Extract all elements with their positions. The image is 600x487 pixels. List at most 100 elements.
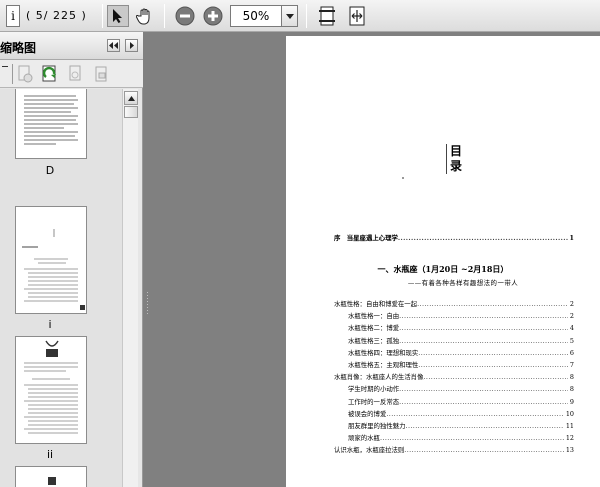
page-copy-icon — [69, 65, 81, 81]
document-page: 目 录 序 当星座遇上心理学 1 一、水瓶座（1月20日 ~2月18日） ——有… — [286, 36, 600, 487]
toc-leader — [406, 420, 564, 432]
arrow-up-icon — [127, 95, 135, 101]
toc-entry-text: 学生时期的小动作 — [348, 385, 400, 394]
toc-page-number: 7 — [569, 361, 574, 369]
toc-entry-text: 水瓶性格一：自由 — [348, 312, 400, 321]
toc-leader — [399, 383, 568, 395]
zoom-out-button[interactable] — [174, 5, 196, 27]
toolbar-separator — [102, 4, 103, 28]
toolbar: i ( 5/ 225 ) 50% — [0, 0, 600, 32]
toc-entry[interactable]: 水瓶性格五：主观和理性 7 — [348, 359, 574, 371]
toc-page-number: 4 — [569, 324, 574, 333]
thumbnail-page[interactable] — [15, 336, 87, 444]
scrollbar-thumb[interactable] — [124, 106, 138, 118]
toc-leader — [399, 335, 568, 347]
hand-tool-button[interactable] — [134, 5, 156, 27]
toc-entry[interactable]: 认识水瓶，水瓶座拉法则 13 — [334, 444, 574, 456]
toc-title-char: 目 — [450, 144, 463, 158]
toc-title: 目 录 — [446, 144, 466, 174]
toc-leader — [398, 232, 568, 244]
toc-page-number: 6 — [569, 348, 574, 357]
toc-entry[interactable]: 工作时的一反常态 9 — [348, 396, 574, 408]
toc-entry-text: 朋友群里的独性魅力 — [348, 422, 406, 430]
toc-entry-text: 顽家的水瓶 — [348, 434, 380, 443]
toc-entry[interactable]: 水瓶性格二：博爱 4 — [348, 322, 574, 334]
toc-page-number: 11 — [565, 422, 574, 430]
toc-leader — [404, 444, 564, 456]
toc-preface[interactable]: 序 当星座遇上心理学 1 — [334, 232, 574, 244]
toc-page-number: 2 — [569, 312, 574, 321]
page-mark — [402, 177, 404, 179]
toc-entry-text: 水瓶性格四：理想和现实 — [348, 348, 419, 357]
toolbar-separator — [306, 4, 307, 28]
hand-icon — [136, 8, 150, 25]
toc-entry[interactable]: 水瓶性格一：自由 2 — [348, 310, 574, 322]
fit-width-button[interactable] — [346, 5, 368, 27]
toc-leader — [417, 298, 568, 310]
collapse-left-button[interactable] — [107, 39, 120, 52]
toc-entry[interactable]: 被误会的博爱 10 — [348, 408, 574, 420]
select-tool-button[interactable] — [107, 5, 129, 27]
fit-page-icon — [319, 6, 335, 26]
tools-separator — [12, 64, 13, 84]
sidebar-title: 缩略图 — [0, 41, 37, 55]
chevron-down-icon — [285, 13, 294, 19]
zoom-in-button[interactable] — [202, 5, 224, 27]
extract-page-button[interactable] — [66, 64, 84, 87]
chapter-subtitle: ——有着各种各样有趣想法的一带人 — [407, 279, 519, 287]
page-number-input[interactable]: i — [6, 5, 20, 27]
thumbnail-label: i — [48, 318, 52, 331]
toc-entry-text: 水瓶肖像：水瓶座人的生活肖像 — [334, 373, 424, 382]
rotate-page-button[interactable] — [40, 63, 60, 88]
print-pages-button[interactable] — [92, 64, 110, 87]
toc-leader — [423, 371, 567, 383]
zoom-level-input[interactable]: 50% — [230, 5, 282, 27]
toc-entry-text: 工作时的一反常态 — [348, 397, 400, 406]
scroll-up-button[interactable] — [124, 91, 138, 105]
sidebar-tools — [0, 60, 143, 88]
thumbnail-page[interactable] — [15, 89, 87, 159]
toc-entry[interactable]: 水瓶肖像：水瓶座人的生活肖像 8 — [334, 371, 574, 383]
toc-entry[interactable]: 水瓶性格三：孤独 5 — [348, 335, 574, 347]
toc-leader — [399, 310, 568, 322]
thumbnail-list[interactable]: D i ii — [0, 89, 122, 487]
toc-page-number: 8 — [569, 373, 574, 382]
toolbar-separator — [164, 4, 165, 28]
page-preview — [24, 95, 78, 145]
zoom-out-icon — [175, 6, 195, 26]
thumbnail-page[interactable] — [15, 466, 87, 487]
thumbnail-label: ii — [46, 448, 54, 461]
document-viewer[interactable]: 目 录 序 当星座遇上心理学 1 一、水瓶座（1月20日 ~2月18日） ——有… — [143, 32, 600, 487]
delete-pages-button[interactable] — [16, 64, 34, 87]
expand-right-button[interactable] — [125, 39, 138, 52]
menu-stub — [2, 66, 8, 67]
toc-entry[interactable]: 学生时期的小动作 8 — [348, 383, 574, 395]
toc-entry-text: 被误会的博爱 — [348, 409, 387, 418]
toc-page-number: 12 — [565, 434, 574, 443]
toc-entry[interactable]: 水瓶性格：自由和博爱在一起 2 — [334, 298, 574, 310]
toc-entry-text: 水瓶性格二：博爱 — [348, 324, 400, 333]
page-preview — [24, 340, 78, 434]
delete-page-icon — [18, 65, 33, 83]
toc-page-number: 2 — [569, 300, 574, 308]
thumbnail-page[interactable] — [15, 206, 87, 314]
fit-page-button[interactable] — [316, 5, 338, 27]
page-preview — [22, 229, 85, 310]
zoom-dropdown-button[interactable] — [282, 5, 298, 27]
toc-entry[interactable]: 朋友群里的独性魅力 11 — [348, 420, 574, 432]
toc-entry[interactable]: 顽家的水瓶 12 — [348, 432, 574, 444]
toc-entry-text: 水瓶性格三：孤独 — [348, 336, 400, 345]
chapter-heading: 一、水瓶座（1月20日 ~2月18日） — [377, 264, 509, 274]
toc-entry-text: 认识水瓶，水瓶座拉法则 — [334, 446, 405, 455]
splitter-handle[interactable] — [146, 32, 149, 487]
toc-leader — [399, 396, 568, 408]
toc-leader — [399, 322, 568, 334]
toc-entry-text: 水瓶性格：自由和博爱在一起 — [334, 300, 418, 308]
zoom-in-icon — [203, 6, 223, 26]
toc-entry-text: 序 当星座遇上心理学 — [334, 234, 398, 242]
thumbnail-scrollbar[interactable] — [122, 89, 138, 487]
rotate-page-icon — [42, 65, 56, 82]
toc-entry[interactable]: 水瓶性格四：理想和现实 6 — [348, 347, 574, 359]
toc-leader — [380, 432, 564, 444]
double-chevron-left-icon — [109, 42, 118, 49]
